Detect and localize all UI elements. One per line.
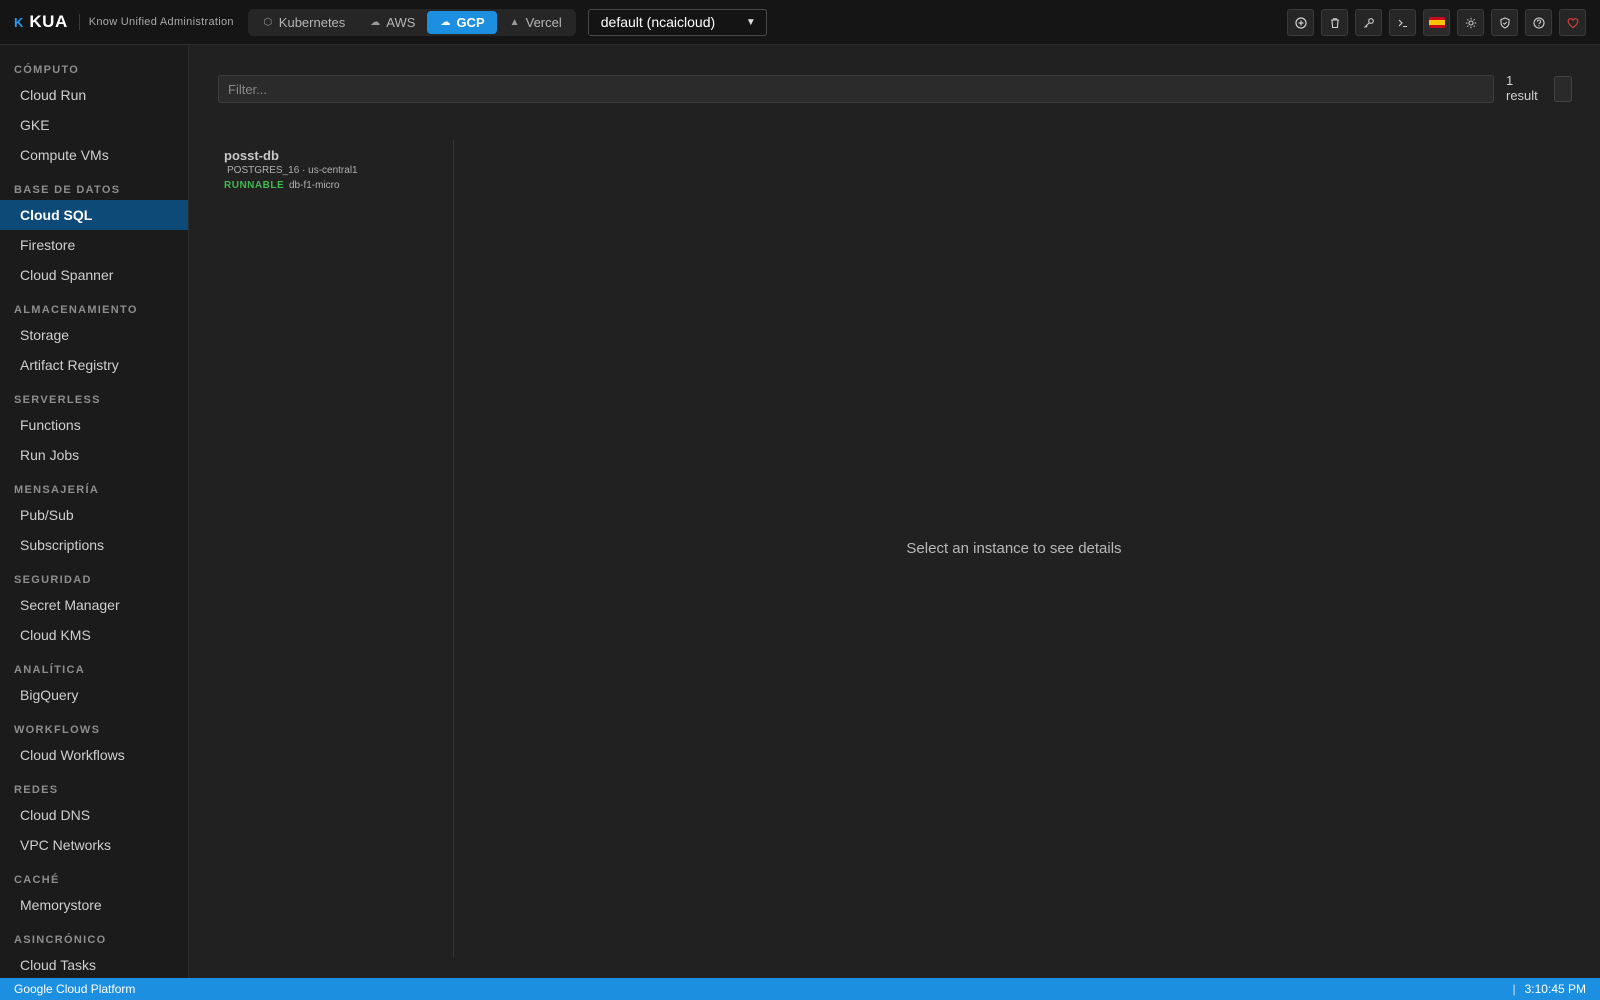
sidebar-section-heading: SEGURIDAD — [14, 574, 92, 586]
tab-label: Vercel — [525, 14, 562, 30]
cloud-icon: ☁ — [370, 16, 381, 28]
tab-gcp[interactable]: ☁ GCP — [427, 10, 497, 34]
sidebar-section-heading: CÓMPUTO — [14, 64, 80, 76]
instance-meta: POSTGRES_16 · us-central1 — [227, 165, 358, 176]
sidebar-item-cloud-run[interactable]: Cloud Run — [0, 80, 188, 110]
shield-icon — [1499, 16, 1510, 29]
sidebar-section-heading: CACHÉ — [14, 874, 60, 886]
heart-icon — [1567, 17, 1578, 28]
tab-label: GCP — [456, 14, 485, 30]
tab-label: Kubernetes — [278, 14, 346, 30]
sidebar-section-heading: ANALÍTICA — [14, 664, 85, 676]
kua-logo-icon: K — [14, 14, 24, 30]
toolbar — [1280, 9, 1586, 36]
delete-button[interactable] — [1321, 9, 1348, 36]
brand-name: KUA — [29, 12, 68, 31]
instance-tier: db-f1-micro — [289, 180, 340, 191]
sidebar-item-cloud-workflows[interactable]: Cloud Workflows — [0, 740, 188, 770]
status-badge: RUNNABLE — [224, 180, 285, 191]
terminal-button[interactable] — [1389, 9, 1416, 36]
sidebar-item-cloud-spanner[interactable]: Cloud Spanner — [0, 260, 188, 290]
brand-subtitle: Know Unified Administration — [88, 16, 234, 28]
sidebar-item-storage[interactable]: Storage — [0, 320, 188, 350]
sidebar-item-cloud-tasks[interactable]: Cloud Tasks — [0, 950, 188, 978]
top-bar: K KUA Know Unified Administration ⬡ Kube… — [0, 0, 1600, 45]
favorite-button[interactable] — [1559, 9, 1586, 36]
result-count-number: 1 — [1506, 73, 1514, 88]
sidebar-section-heading: WORKFLOWS — [14, 724, 101, 736]
context-select[interactable]: default (ncaicloud) ▼ — [587, 8, 767, 36]
sidebar-section-heading: ASINCRÓNICO — [14, 934, 107, 946]
sidebar-section-heading: MENSAJERÍA — [14, 484, 100, 496]
sidebar-item-pubsub[interactable]: Pub/Sub — [0, 500, 188, 530]
sidebar-item-artifact-registry[interactable]: Artifact Registry — [0, 350, 188, 380]
tab-label: AWS — [386, 14, 416, 30]
cube-icon: ⬡ — [263, 16, 273, 28]
tab-vercel[interactable]: ▲ Vercel — [497, 11, 574, 34]
sun-icon — [1465, 17, 1476, 28]
chevron-down-icon: ▼ — [745, 16, 756, 28]
help-icon — [1532, 16, 1545, 29]
sidebar-item-run-jobs[interactable]: Run Jobs — [0, 440, 188, 470]
language-button[interactable] — [1423, 9, 1450, 36]
sidebar-item-vpc-networks[interactable]: VPC Networks — [0, 830, 188, 860]
tab-aws[interactable]: ☁ AWS — [357, 11, 427, 34]
status-clock: 3:10:45 PM — [1524, 982, 1586, 996]
list-item[interactable]: posst-db POSTGRES_16 · us-central1 RUNNA… — [218, 140, 448, 200]
help-button[interactable] — [1525, 9, 1552, 36]
triangle-icon: ▲ — [509, 16, 520, 28]
brand-divider — [78, 14, 80, 30]
security-button[interactable] — [1491, 9, 1518, 36]
options-button[interactable] — [1554, 76, 1572, 102]
sidebar-item-subscriptions[interactable]: Subscriptions — [0, 530, 188, 560]
sidebar-item-bigquery[interactable]: BigQuery — [0, 680, 188, 710]
sidebar-item-firestore[interactable]: Firestore — [0, 230, 188, 260]
sidebar-item-functions[interactable]: Functions — [0, 410, 188, 440]
instance-list: posst-db POSTGRES_16 · us-central1 RUNNA… — [218, 140, 454, 957]
add-circle-icon — [1294, 16, 1307, 29]
status-provider: Google Cloud Platform — [14, 982, 136, 996]
sidebar-item-cloud-kms[interactable]: Cloud KMS — [0, 620, 188, 650]
sidebar-section-heading: BASE DE DATOS — [14, 184, 121, 196]
empty-detail-message: Select an instance to see details — [906, 540, 1122, 557]
spain-flag-icon — [1428, 17, 1445, 28]
tab-kubernetes[interactable]: ⬡ Kubernetes — [250, 11, 358, 34]
brand[interactable]: K KUA Know Unified Administration — [0, 12, 234, 32]
sidebar-item-compute-vms[interactable]: Compute VMs — [0, 140, 188, 170]
main-content: 1 result posst-db POSTGRES_16 · us-centr… — [190, 45, 1600, 978]
sidebar-item-gke[interactable]: GKE — [0, 110, 188, 140]
add-button[interactable] — [1287, 9, 1314, 36]
filter-input[interactable] — [218, 75, 1494, 103]
status-bar: Google Cloud Platform | 3:10:45 PM — [0, 978, 1600, 1000]
key-icon — [1363, 17, 1374, 28]
terminal-icon — [1398, 19, 1407, 27]
cloud-upload-icon: ☁ — [440, 16, 451, 28]
sidebar-section-heading: REDES — [14, 784, 59, 796]
result-count: 1 result — [1506, 73, 1548, 103]
result-count-label: result — [1506, 88, 1538, 103]
credentials-button[interactable] — [1355, 9, 1382, 36]
sidebar-item-memorystore[interactable]: Memorystore — [0, 890, 188, 920]
instance-name: posst-db — [224, 148, 279, 163]
status-separator: | — [1512, 982, 1516, 996]
sidebar: CÓMPUTO Cloud Run GKE Compute VMs BASE D… — [0, 45, 189, 978]
sidebar-item-cloud-dns[interactable]: Cloud DNS — [0, 800, 188, 830]
provider-tabs: ⬡ Kubernetes ☁ AWS ☁ GCP ▲ Vercel — [247, 8, 576, 36]
theme-toggle-button[interactable] — [1457, 9, 1484, 36]
status-right: | 3:10:45 PM — [1513, 982, 1587, 996]
context-select-value: default (ncaicloud) — [600, 14, 716, 30]
trash-icon — [1330, 17, 1339, 28]
sidebar-section-heading: SERVERLESS — [14, 394, 101, 406]
sidebar-section-heading: ALMACENAMIENTO — [14, 304, 138, 316]
sidebar-item-cloud-sql[interactable]: Cloud SQL — [0, 200, 188, 230]
sidebar-item-secret-manager[interactable]: Secret Manager — [0, 590, 188, 620]
